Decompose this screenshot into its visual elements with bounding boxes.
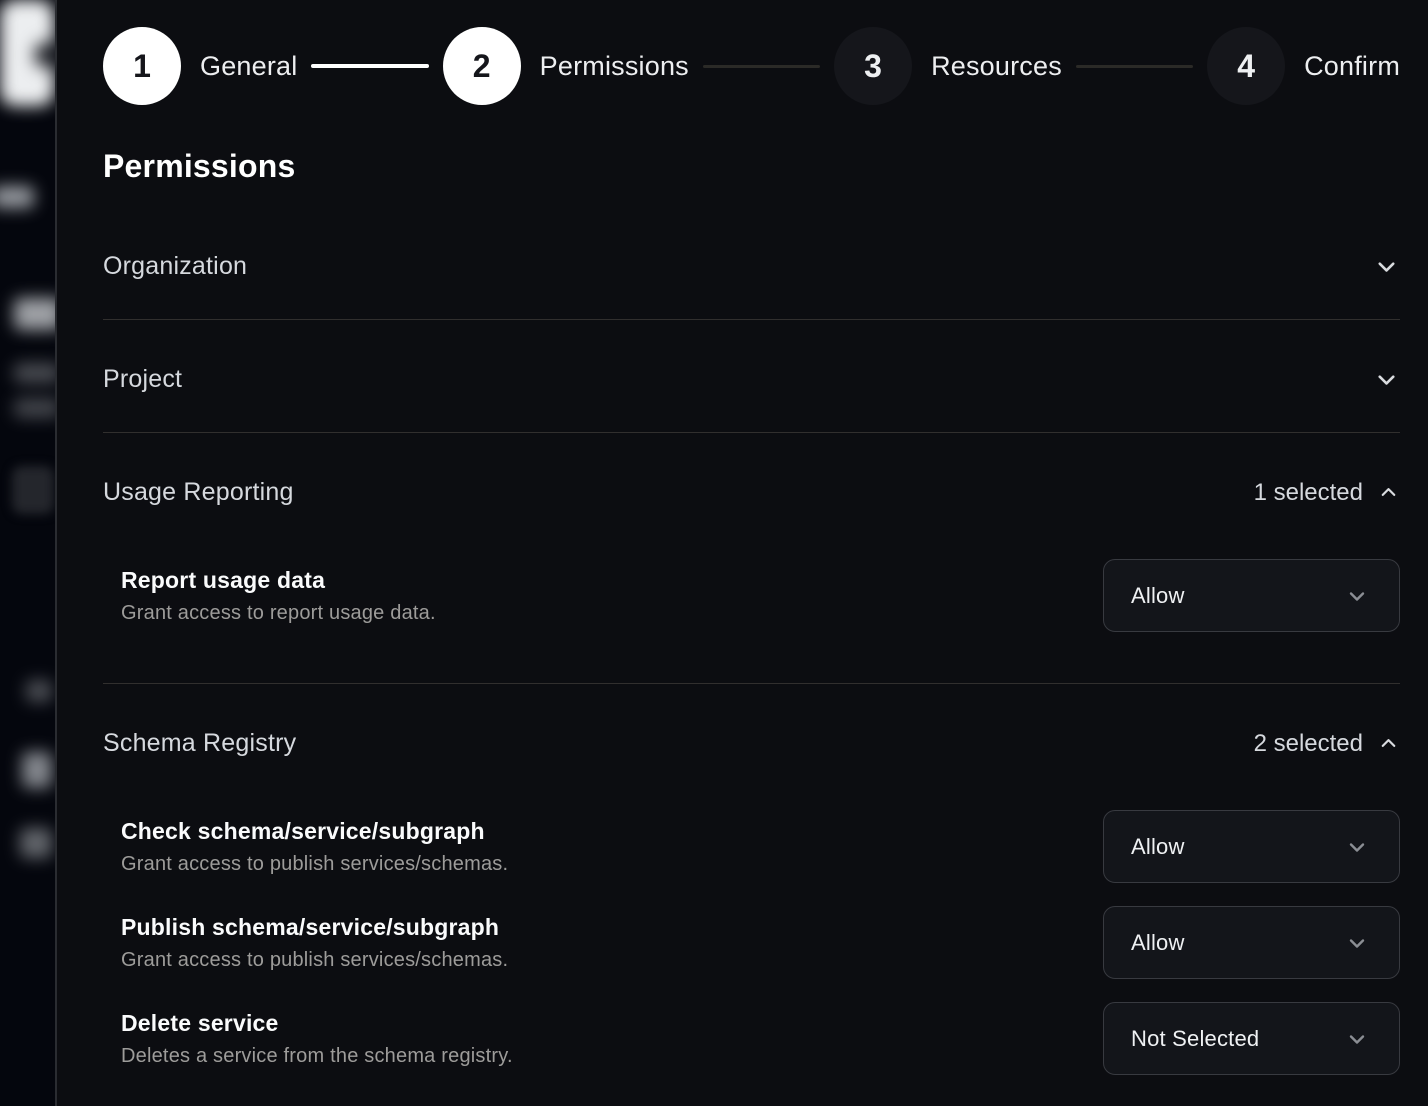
chevron-down-icon [1345,931,1369,955]
permission-title: Report usage data [121,567,436,594]
step-confirm-label: Confirm [1304,51,1400,82]
section-project: Project [103,320,1400,433]
step-general-label: General [200,51,297,82]
selected-count: 1 selected [1254,479,1363,507]
permission-row-publish-schema: Publish schema/service/subgraph Grant ac… [103,906,1400,979]
step-permissions-number: 2 [443,27,521,105]
permission-description: Deletes a service from the schema regist… [121,1045,513,1068]
selected-count: 2 selected [1254,730,1363,758]
permission-row-report-usage-data: Report usage data Grant access to report… [103,559,1400,632]
permission-title: Publish schema/service/subgraph [121,914,508,941]
sidebar-logo-blur [0,186,34,208]
delete-service-select[interactable]: Not Selected [1103,1002,1400,1075]
select-value: Allow [1131,583,1185,609]
permission-description: Grant access to publish services/schemas… [121,853,508,876]
page-title: Permissions [103,148,1400,185]
section-usage-reporting: Usage Reporting 1 selected Report usage … [103,433,1400,684]
permission-rows: Report usage data Grant access to report… [103,559,1400,683]
select-value: Not Selected [1131,1026,1259,1052]
chevron-down-icon [1345,835,1369,859]
step-general-number: 1 [103,27,181,105]
step-connector [703,65,820,68]
wizard-stepper: 1 General 2 Permissions 3 Resources 4 Co… [103,0,1400,105]
permission-rows: Check schema/service/subgraph Grant acce… [103,810,1400,1106]
step-confirm-number: 4 [1207,27,1285,105]
chevron-up-icon [1377,481,1400,504]
permission-title: Check schema/service/subgraph [121,818,508,845]
section-organization-header[interactable]: Organization [103,207,1400,319]
step-resources-label: Resources [931,51,1062,82]
section-usage-reporting-header[interactable]: Usage Reporting 1 selected [103,433,1400,521]
section-title: Usage Reporting [103,478,294,507]
sidebar-avatar-blur [34,42,55,68]
chevron-down-icon [1345,584,1369,608]
permission-title: Delete service [121,1010,513,1037]
step-permissions-label: Permissions [540,51,689,82]
section-schema-registry: Schema Registry 2 selected Check schema/… [103,684,1400,1106]
sidebar-active-item-blur [0,0,54,106]
step-resources-number: 3 [834,27,912,105]
chevron-down-icon [1373,366,1400,393]
check-schema-select[interactable]: Allow [1103,810,1400,883]
step-confirm[interactable]: 4 Confirm [1207,27,1400,105]
report-usage-data-select[interactable]: Allow [1103,559,1400,632]
permission-row-delete-service: Delete service Deletes a service from th… [103,1002,1400,1075]
sidebar-text-blur [26,680,52,702]
step-connector [1076,65,1193,68]
create-api-key-wizard: 1 General 2 Permissions 3 Resources 4 Co… [0,0,1428,1106]
permission-description: Grant access to report usage data. [121,602,436,625]
chevron-down-icon [1373,253,1400,280]
publish-schema-select[interactable]: Allow [1103,906,1400,979]
step-connector [311,64,428,68]
section-title: Project [103,365,182,394]
step-general[interactable]: 1 General [103,27,297,105]
step-resources[interactable]: 3 Resources [834,27,1062,105]
select-value: Allow [1131,930,1185,956]
chevron-up-icon [1377,732,1400,755]
section-title: Organization [103,252,247,281]
chevron-down-icon [1345,1027,1369,1051]
step-permissions[interactable]: 2 Permissions [443,27,689,105]
wizard-panel: 1 General 2 Permissions 3 Resources 4 Co… [55,0,1428,1106]
sidebar-heading-blur [14,298,55,330]
sidebar-text-blur [22,752,52,788]
select-value: Allow [1131,834,1185,860]
section-schema-registry-header[interactable]: Schema Registry 2 selected [103,684,1400,772]
sidebar-text-blur [14,363,55,383]
sidebar-icon-blur [12,466,54,514]
sidebar-text-blur [14,398,55,418]
section-organization: Organization [103,207,1400,320]
section-title: Schema Registry [103,729,296,758]
permission-sections: Organization Project Usage Rep [103,207,1400,1106]
section-project-header[interactable]: Project [103,320,1400,432]
permission-description: Grant access to publish services/schemas… [121,949,508,972]
sidebar-text-blur [20,828,52,858]
permission-row-check-schema: Check schema/service/subgraph Grant acce… [103,810,1400,883]
background-sidebar [0,0,55,1106]
